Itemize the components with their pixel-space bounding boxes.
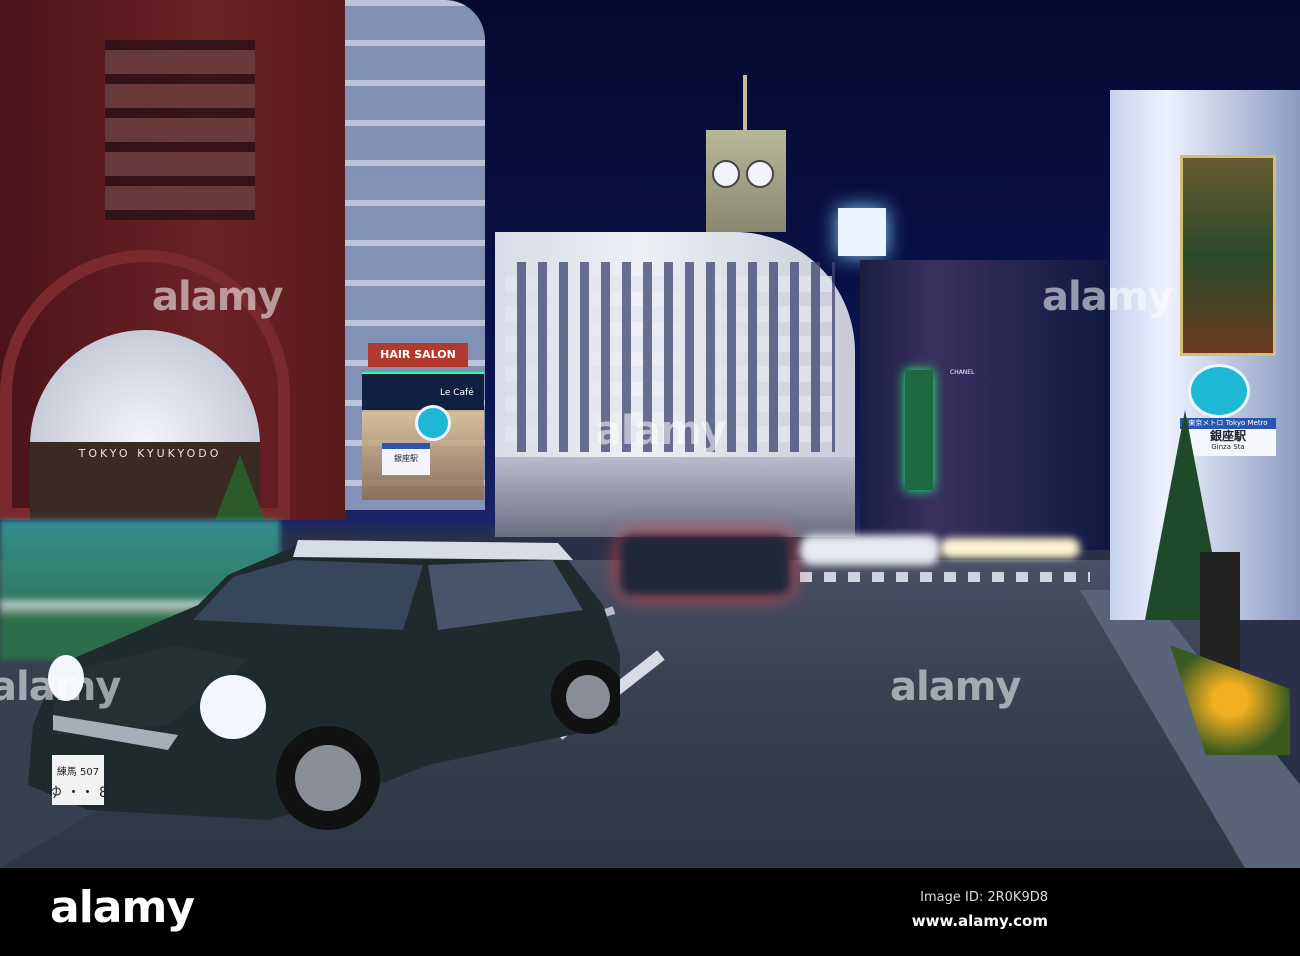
- hair-salon-sign: HAIR SALON: [368, 343, 468, 367]
- clock-tower: [706, 130, 786, 232]
- plate-line2: ゆ ・・ 8: [48, 785, 108, 801]
- watermark: alamy: [152, 274, 283, 320]
- watermark: alamy: [0, 664, 121, 710]
- green-sign: [905, 370, 933, 490]
- image-id: Image ID: 2R0K9D8: [920, 890, 1048, 905]
- building-windows: [105, 40, 255, 220]
- chanel-sign: CHANEL: [950, 369, 975, 376]
- christmas-poster: [1180, 155, 1276, 356]
- watermark: alamy: [595, 408, 726, 454]
- lit-billboard: [838, 208, 886, 256]
- cafe-sign: Le Café: [440, 388, 474, 398]
- website-link[interactable]: www.alamy.com: [912, 912, 1048, 930]
- street-photo: TOKYO KYUKYODO HAIR SALON Le Café 銀座駅 CH…: [0, 0, 1300, 868]
- footer-bar: [0, 868, 1300, 956]
- blurred-car: [800, 535, 940, 565]
- watermark: alamy: [1042, 274, 1173, 320]
- clock-icon: [746, 160, 774, 188]
- tower-spire: [743, 75, 747, 130]
- wako-building: [495, 232, 855, 537]
- clock-icon: [712, 160, 740, 188]
- plate-line1: 練馬 507: [57, 765, 99, 778]
- blurred-headlights: [940, 538, 1080, 558]
- building-ground-floor: [495, 457, 855, 537]
- watermark: alamy: [890, 664, 1021, 710]
- blurred-car: [620, 535, 790, 595]
- alamy-logo: alamy: [50, 882, 195, 933]
- christmas-tree: [215, 455, 265, 520]
- crosswalk: [800, 572, 1090, 582]
- station-sign-left: 銀座駅: [382, 443, 430, 475]
- metro-logo-icon: [415, 405, 451, 441]
